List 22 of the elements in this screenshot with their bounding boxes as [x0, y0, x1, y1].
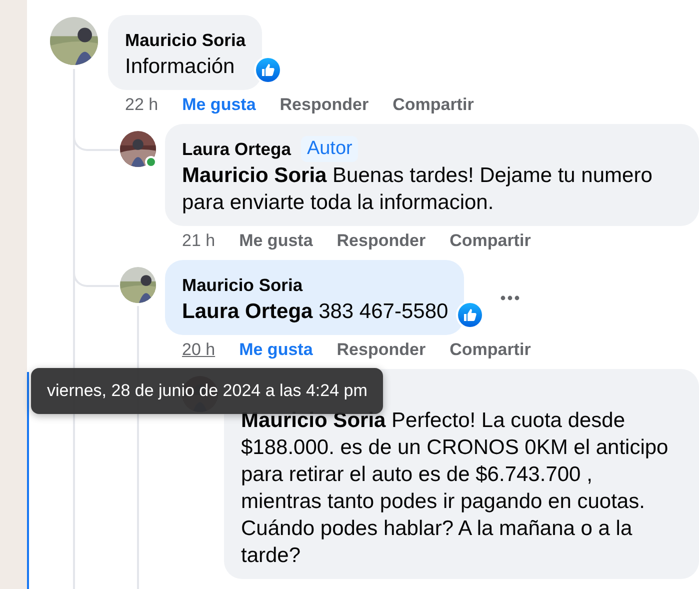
- timestamp-link[interactable]: 20 h: [182, 339, 216, 361]
- share-button[interactable]: Compartir: [392, 94, 474, 116]
- timestamp-link[interactable]: 22 h: [125, 94, 158, 116]
- timestamp-link[interactable]: 21 h: [182, 230, 216, 252]
- comment-text: Mauricio Soria Buenas tardes! Dejame tu numero para enviarte toda la informacion.: [182, 163, 654, 216]
- author-badge: Autor: [300, 136, 358, 162]
- comment-text: Información: [125, 54, 236, 80]
- reply-button[interactable]: Responder: [336, 339, 426, 361]
- like-button[interactable]: Me gusta: [239, 230, 313, 252]
- share-button[interactable]: Compartir: [450, 339, 531, 361]
- more-icon: [500, 294, 520, 300]
- author-name[interactable]: Mauricio Soria: [125, 27, 246, 53]
- reply-button[interactable]: Responder: [280, 94, 369, 116]
- share-button[interactable]: Compartir: [450, 230, 531, 252]
- like-reaction-icon[interactable]: [254, 56, 282, 84]
- comment-text: Laura Ortega 383 467-5580: [182, 299, 448, 325]
- reply-button[interactable]: Responder: [336, 230, 426, 252]
- author-name[interactable]: Laura Ortega: [182, 136, 291, 162]
- like-button[interactable]: Me gusta: [182, 94, 256, 116]
- like-reaction-icon[interactable]: [456, 301, 484, 329]
- like-button[interactable]: Me gusta: [239, 339, 313, 361]
- author-name[interactable]: Mauricio Soria: [182, 272, 303, 298]
